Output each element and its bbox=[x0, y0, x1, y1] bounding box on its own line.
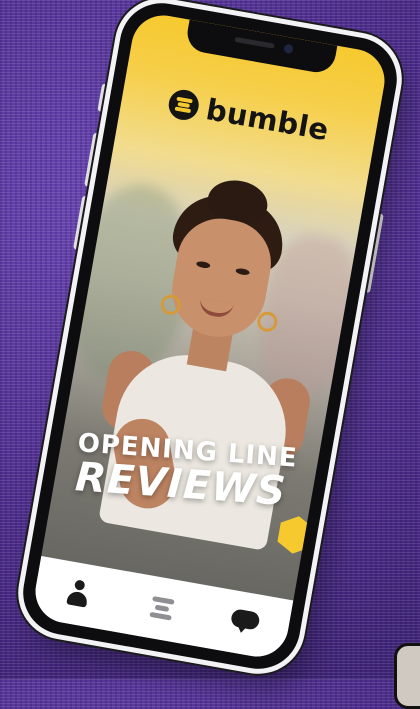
phone-screen: bumble OPENING LINE REVIEWS bbox=[30, 10, 390, 662]
nav-discover[interactable] bbox=[139, 586, 185, 632]
stack-icon bbox=[146, 595, 178, 623]
side-button bbox=[97, 83, 109, 113]
promo-scene: bumble OPENING LINE REVIEWS bbox=[0, 0, 420, 709]
chat-icon bbox=[229, 608, 263, 639]
front-camera bbox=[283, 43, 294, 54]
nav-profile[interactable] bbox=[55, 571, 101, 617]
hero-title: OPENING LINE REVIEWS bbox=[74, 428, 299, 515]
brand-header: bumble bbox=[120, 77, 378, 155]
profile-icon bbox=[63, 578, 93, 610]
brand-name: bumble bbox=[203, 92, 332, 148]
speaker-grille bbox=[234, 36, 275, 49]
partial-device-corner bbox=[394, 643, 420, 709]
nav-chats[interactable] bbox=[223, 600, 269, 646]
bumble-logo-icon bbox=[166, 87, 202, 123]
phone-mockup: bumble OPENING LINE REVIEWS bbox=[16, 0, 404, 676]
hoop-earring bbox=[255, 310, 279, 334]
